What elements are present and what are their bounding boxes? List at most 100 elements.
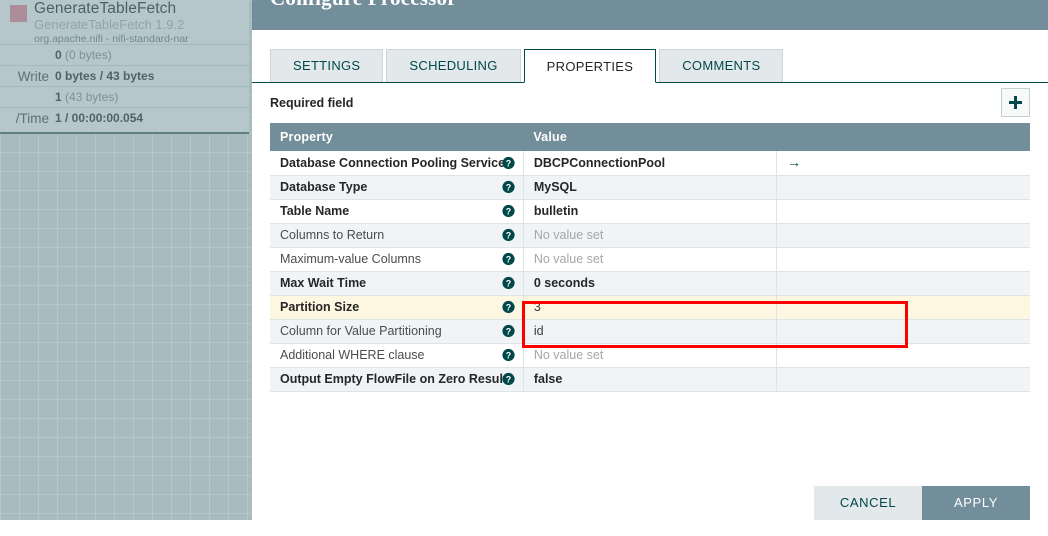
stat-row: /Time 1 / 00:00:00.054 [0,107,249,128]
property-value: id [533,324,544,338]
properties-table-container: Property Value Database Connection Pooli… [270,123,1030,392]
table-row[interactable]: Column for Value Partitioning? id [270,319,1030,344]
property-value-cell[interactable]: false [523,367,778,392]
property-value-cell[interactable]: bulletin [523,199,778,224]
column-header-property: Property [270,123,524,151]
stat-value-muted: (43 bytes) [65,90,119,104]
property-name: Output Empty FlowFile on Zero Results [280,372,515,386]
properties-table: Property Value Database Connection Pooli… [270,123,1030,392]
help-icon[interactable]: ? [502,348,515,362]
help-icon[interactable]: ? [502,252,515,266]
property-value: No value set [533,252,604,266]
help-icon[interactable]: ? [502,156,515,169]
stat-label: /Time [15,110,49,126]
property-name: Maximum-value Columns [280,252,422,266]
stat-row: 0 (0 bytes) [0,44,249,65]
tab-comments[interactable]: COMMENTS [659,49,784,82]
property-value-cell[interactable]: No value set [523,223,778,248]
property-name-cell: Database Connection Pooling Service? [270,151,524,176]
property-name: Additional WHERE clause [280,348,425,362]
svg-text:?: ? [506,278,511,288]
stat-value: 1 (43 bytes) [55,90,245,104]
svg-text:?: ? [506,254,511,264]
add-property-button[interactable] [1001,88,1030,117]
table-row[interactable]: Partition Size? 3 [270,295,1030,320]
configure-processor-dialog: Configure Processor SETTINGS SCHEDULING … [252,0,1048,520]
table-row[interactable]: Maximum-value Columns? No value set [270,247,1030,272]
property-name-cell: Output Empty FlowFile on Zero Results? [270,367,524,392]
property-name: Column for Value Partitioning [280,324,442,338]
property-action-cell[interactable]: → [776,151,1030,176]
property-value-cell[interactable]: MySQL [523,175,778,200]
property-action-cell [776,271,1030,296]
property-name-cell: Columns to Return? [270,223,524,248]
property-name: Max Wait Time [280,276,367,290]
table-row[interactable]: Table Name? bulletin [270,199,1030,224]
processor-name: GenerateTableFetch [34,0,177,17]
processor-header: GenerateTableFetch GenerateTableFetch 1.… [0,0,249,45]
column-header-action [776,123,1030,151]
property-value: 0 seconds [533,276,595,290]
tab-properties[interactable]: PROPERTIES [523,49,657,83]
help-icon[interactable]: ? [502,180,515,194]
go-to-service-icon[interactable]: → [787,154,801,170]
property-value-cell[interactable]: No value set [523,343,778,368]
property-name-cell: Partition Size? [270,295,524,320]
processor-bundle: org.apache.nifi - nifi-standard-nar [34,33,189,45]
property-name-cell: Max Wait Time? [270,271,524,296]
property-name: Database Connection Pooling Service [280,155,506,170]
processor-card[interactable]: GenerateTableFetch GenerateTableFetch 1.… [0,0,249,134]
property-action-cell [776,343,1030,368]
dialog-footer: CANCEL APPLY [252,486,1048,536]
tab-scheduling[interactable]: SCHEDULING [386,49,521,82]
property-value-cell[interactable]: 3 [523,295,778,320]
property-name: Columns to Return [280,228,385,242]
help-icon[interactable]: ? [502,276,515,290]
property-value-cell[interactable]: id [523,319,778,344]
cancel-button[interactable]: CANCEL [814,486,922,520]
table-row[interactable]: Database Type? MySQL [270,175,1030,200]
property-name: Table Name [280,204,350,218]
stat-row: Write 0 bytes / 43 bytes [0,65,249,86]
properties-table-body: Database Connection Pooling Service? DBCP… [270,151,1030,392]
plus-icon [1009,96,1022,109]
svg-text:?: ? [506,374,511,384]
property-name-cell: Table Name? [270,199,524,224]
property-value: DBCPConnectionPool [533,155,666,170]
table-row[interactable]: Max Wait Time? 0 seconds [270,271,1030,296]
svg-text:?: ? [506,230,511,240]
stat-value: 0 bytes / 43 bytes [55,69,245,83]
apply-button[interactable]: APPLY [922,486,1030,520]
processor-icon [10,5,27,22]
help-icon[interactable]: ? [502,372,515,386]
help-icon[interactable]: ? [502,300,515,314]
svg-text:?: ? [506,158,511,168]
table-row[interactable]: Columns to Return? No value set [270,223,1030,248]
help-icon[interactable]: ? [502,204,515,218]
properties-table-head: Property Value [270,123,1030,151]
tab-settings[interactable]: SETTINGS [270,49,384,82]
help-icon[interactable]: ? [502,228,515,242]
property-value-cell[interactable]: No value set [523,247,778,272]
property-name-cell: Column for Value Partitioning? [270,319,524,344]
svg-text:?: ? [506,350,511,360]
property-action-cell [776,319,1030,344]
table-header-row: Property Value [270,123,1030,151]
property-value: No value set [533,228,604,242]
property-value-cell[interactable]: 0 seconds [523,271,778,296]
property-name-cell: Additional WHERE clause? [270,343,524,368]
property-value-cell[interactable]: DBCPConnectionPool [523,151,778,176]
help-icon[interactable]: ? [502,324,515,338]
table-row[interactable]: Database Connection Pooling Service? DBCP… [270,151,1030,176]
table-row[interactable]: Output Empty FlowFile on Zero Results? fa… [270,367,1030,392]
processor-type-version: GenerateTableFetch 1.9.2 [34,17,185,32]
stat-row: 1 (43 bytes) [0,86,249,107]
property-action-cell [776,175,1030,200]
property-action-cell [776,199,1030,224]
processor-stats: 0 (0 bytes) Write 0 bytes / 43 bytes 1 (… [0,44,249,128]
property-action-cell [776,367,1030,392]
column-header-value: Value [523,123,777,151]
table-row[interactable]: Additional WHERE clause? No value set [270,343,1030,368]
property-value: false [533,372,563,386]
property-name: Database Type [280,180,368,194]
